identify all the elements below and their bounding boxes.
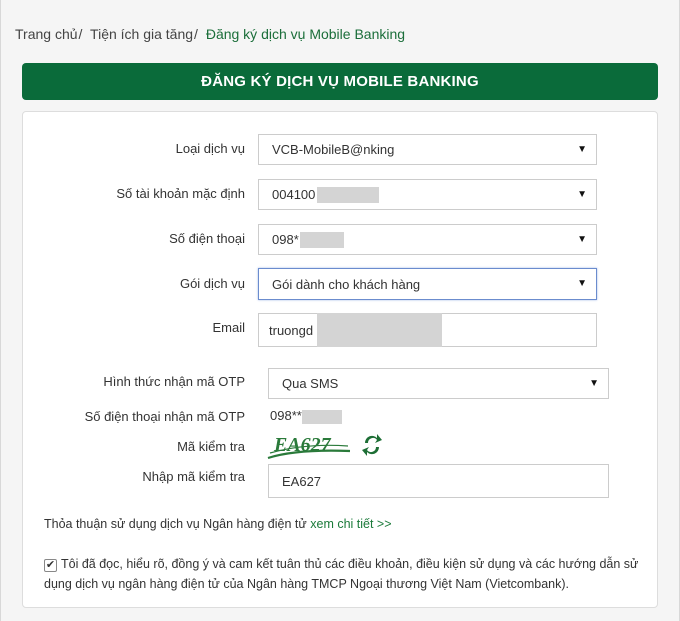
caret-down-icon: ▼	[577, 189, 587, 200]
phone-label: Số điện thoại	[169, 231, 245, 246]
phone-select[interactable]: 098* ▼	[258, 224, 597, 255]
breadcrumb: Trang chủ/ Tiện ích gia tăng/ Đăng ký dị…	[15, 26, 405, 42]
otp-phone-label: Số điện thoại nhận mã OTP	[84, 409, 245, 424]
caret-down-icon: ▼	[577, 144, 587, 155]
otp-method-label: Hình thức nhận mã OTP	[103, 374, 245, 389]
package-value: Gói dành cho khách hàng	[272, 276, 421, 292]
agreement-text: Thỏa thuận sử dụng dịch vụ Ngân hàng điệ…	[44, 517, 307, 531]
agreement-line: Thỏa thuận sử dụng dịch vụ Ngân hàng điệ…	[44, 517, 392, 531]
redacted-mask	[317, 313, 443, 347]
default-account-value: 004100	[272, 187, 316, 202]
terms-text: Tôi đã đọc, hiểu rõ, đồng ý và cam kết t…	[44, 557, 639, 591]
refresh-captcha-icon[interactable]	[361, 432, 383, 458]
captcha-input-label: Nhập mã kiểm tra	[142, 469, 245, 484]
captcha-label: Mã kiểm tra	[177, 439, 245, 454]
package-label: Gói dịch vụ	[179, 276, 245, 291]
agreement-details-link[interactable]: xem chi tiết >>	[310, 517, 391, 531]
phone-value: 098*	[272, 232, 299, 247]
email-value: truongd	[269, 322, 314, 338]
captcha-input-value: EA627	[282, 473, 322, 489]
terms-checkbox[interactable]: ✔	[44, 559, 57, 572]
otp-phone-value: 098**	[270, 408, 302, 423]
email-field[interactable]: truongd	[258, 313, 597, 347]
page-title-banner: ĐĂNG KÝ DỊCH VỤ MOBILE BANKING	[22, 63, 658, 100]
service-type-value: VCB-MobileB@nking	[272, 142, 395, 157]
package-select[interactable]: Gói dành cho khách hàng ▼	[258, 268, 597, 300]
service-type-label: Loại dịch vụ	[175, 141, 245, 156]
captcha-input[interactable]: EA627	[268, 464, 609, 498]
service-type-select[interactable]: VCB-MobileB@nking ▼	[258, 134, 597, 165]
captcha-text: EA627	[273, 434, 332, 456]
breadcrumb-home[interactable]: Trang chủ	[15, 26, 78, 42]
breadcrumb-current: Đăng ký dịch vụ Mobile Banking	[205, 26, 406, 42]
caret-down-icon: ▼	[577, 278, 587, 289]
breadcrumb-separator: /	[194, 26, 198, 42]
caret-down-icon: ▼	[589, 378, 599, 389]
redacted-mask	[299, 231, 344, 248]
breadcrumb-separator: /	[78, 26, 83, 42]
captcha-image: EA627	[267, 434, 351, 460]
default-account-label: Số tài khoản mặc định	[116, 186, 245, 201]
breadcrumb-section[interactable]: Tiện ích gia tăng	[90, 26, 193, 42]
caret-down-icon: ▼	[577, 234, 587, 245]
redacted-mask	[302, 409, 343, 424]
redacted-mask	[317, 186, 380, 203]
page-title: ĐĂNG KÝ DỊCH VỤ MOBILE BANKING	[201, 73, 479, 90]
email-label: Email	[212, 320, 245, 335]
otp-phone-display: 098**	[270, 408, 343, 424]
otp-method-value: Qua SMS	[282, 376, 339, 391]
otp-method-select[interactable]: Qua SMS ▼	[268, 368, 609, 399]
check-icon: ✔	[45, 559, 56, 571]
default-account-select[interactable]: 004100 ▼	[258, 179, 597, 210]
